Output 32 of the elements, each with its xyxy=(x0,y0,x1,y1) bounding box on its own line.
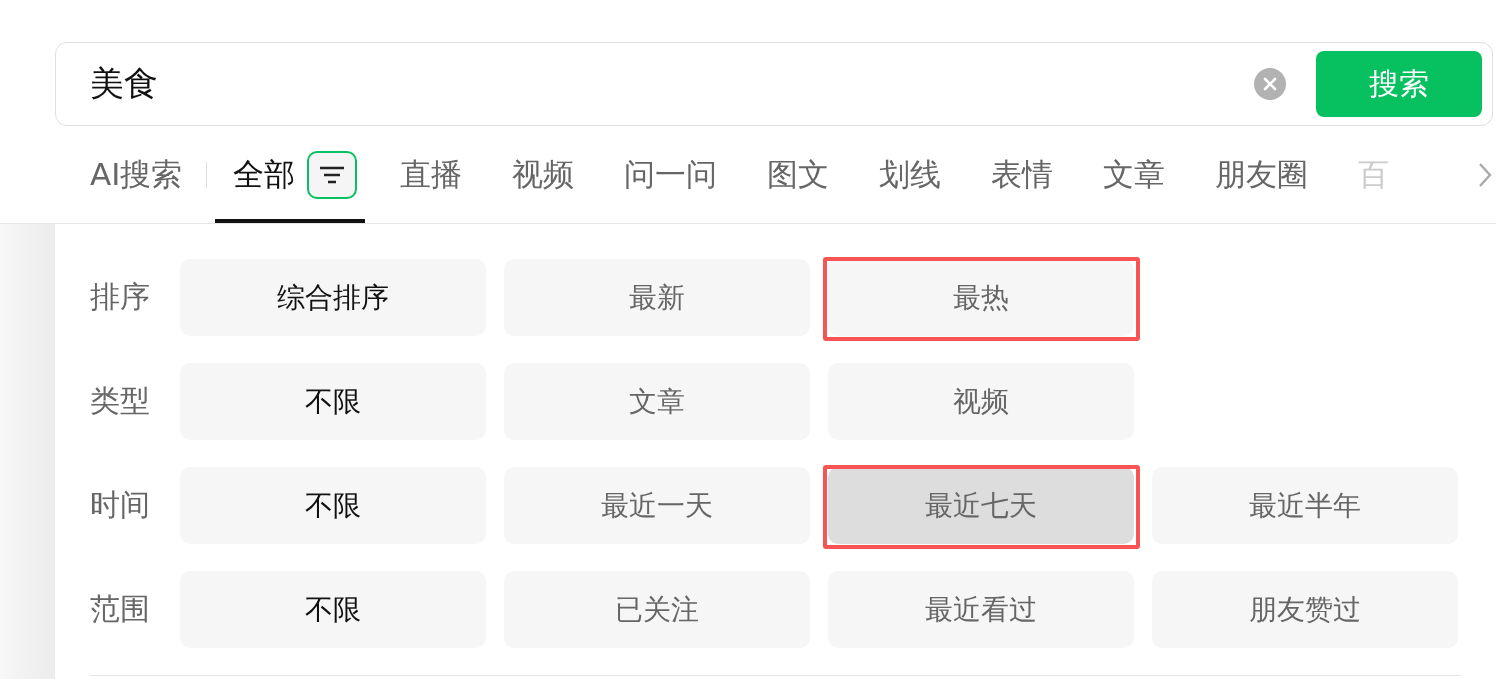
filter-icon[interactable] xyxy=(307,150,358,199)
tab[interactable]: 视频 xyxy=(512,126,575,223)
filter-option[interactable]: 视频 xyxy=(828,363,1134,440)
tab[interactable]: 图文 xyxy=(767,126,830,223)
filter-option[interactable]: 综合排序 xyxy=(180,259,486,336)
search-field[interactable]: 美食 搜索 xyxy=(55,42,1493,126)
filter-option[interactable]: 朋友赞过 xyxy=(1152,571,1458,648)
filter-option[interactable]: 最近一天 xyxy=(504,467,810,544)
tab[interactable]: 划线 xyxy=(879,126,942,223)
filter-option[interactable]: 文章 xyxy=(504,363,810,440)
tab[interactable]: 全部 xyxy=(215,126,366,223)
tab[interactable]: 表情 xyxy=(991,126,1054,223)
filter-option[interactable]: 最近看过 xyxy=(828,571,1134,648)
filter-option[interactable]: 不限 xyxy=(180,363,486,440)
tab[interactable]: AI搜索 xyxy=(90,126,183,223)
tab[interactable]: 问一问 xyxy=(624,126,718,223)
filter-option[interactable]: 最近半年 xyxy=(1152,467,1458,544)
tab[interactable]: 直播 xyxy=(400,126,463,223)
filter-option[interactable]: 最近七天 xyxy=(828,467,1134,544)
search-input[interactable]: 美食 xyxy=(90,59,1238,109)
filter-label: 时间 xyxy=(90,486,151,524)
filter-option[interactable]: 最热 xyxy=(828,259,1134,336)
clear-icon[interactable] xyxy=(1254,68,1286,100)
filter-label: 范围 xyxy=(90,590,151,628)
filter-label: 排序 xyxy=(90,278,151,316)
filter-option[interactable]: 不限 xyxy=(180,467,486,544)
tab[interactable]: 文章 xyxy=(1103,126,1166,223)
filter-option[interactable]: 最新 xyxy=(504,259,810,336)
filter-option[interactable]: 已关注 xyxy=(504,571,810,648)
filter-label: 类型 xyxy=(90,382,151,420)
filter-option[interactable]: 不限 xyxy=(180,571,486,648)
tab[interactable]: 朋友圈 xyxy=(1215,126,1309,223)
